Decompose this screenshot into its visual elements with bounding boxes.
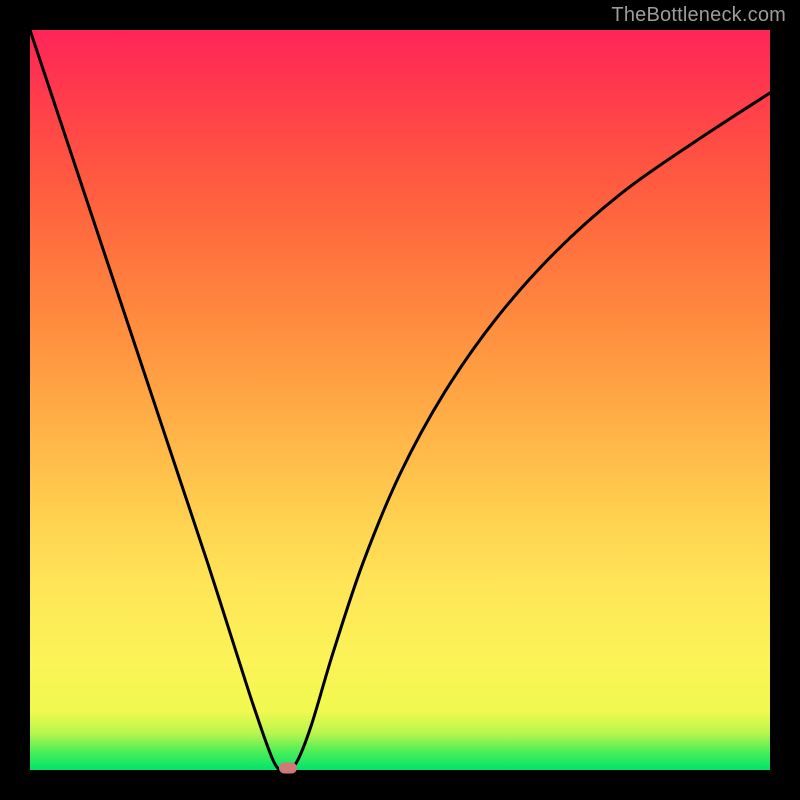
optimal-marker (279, 762, 297, 773)
bottleneck-curve (30, 30, 770, 770)
chart-area (30, 30, 770, 770)
curve-svg (30, 30, 770, 770)
watermark-text: TheBottleneck.com (611, 4, 786, 27)
